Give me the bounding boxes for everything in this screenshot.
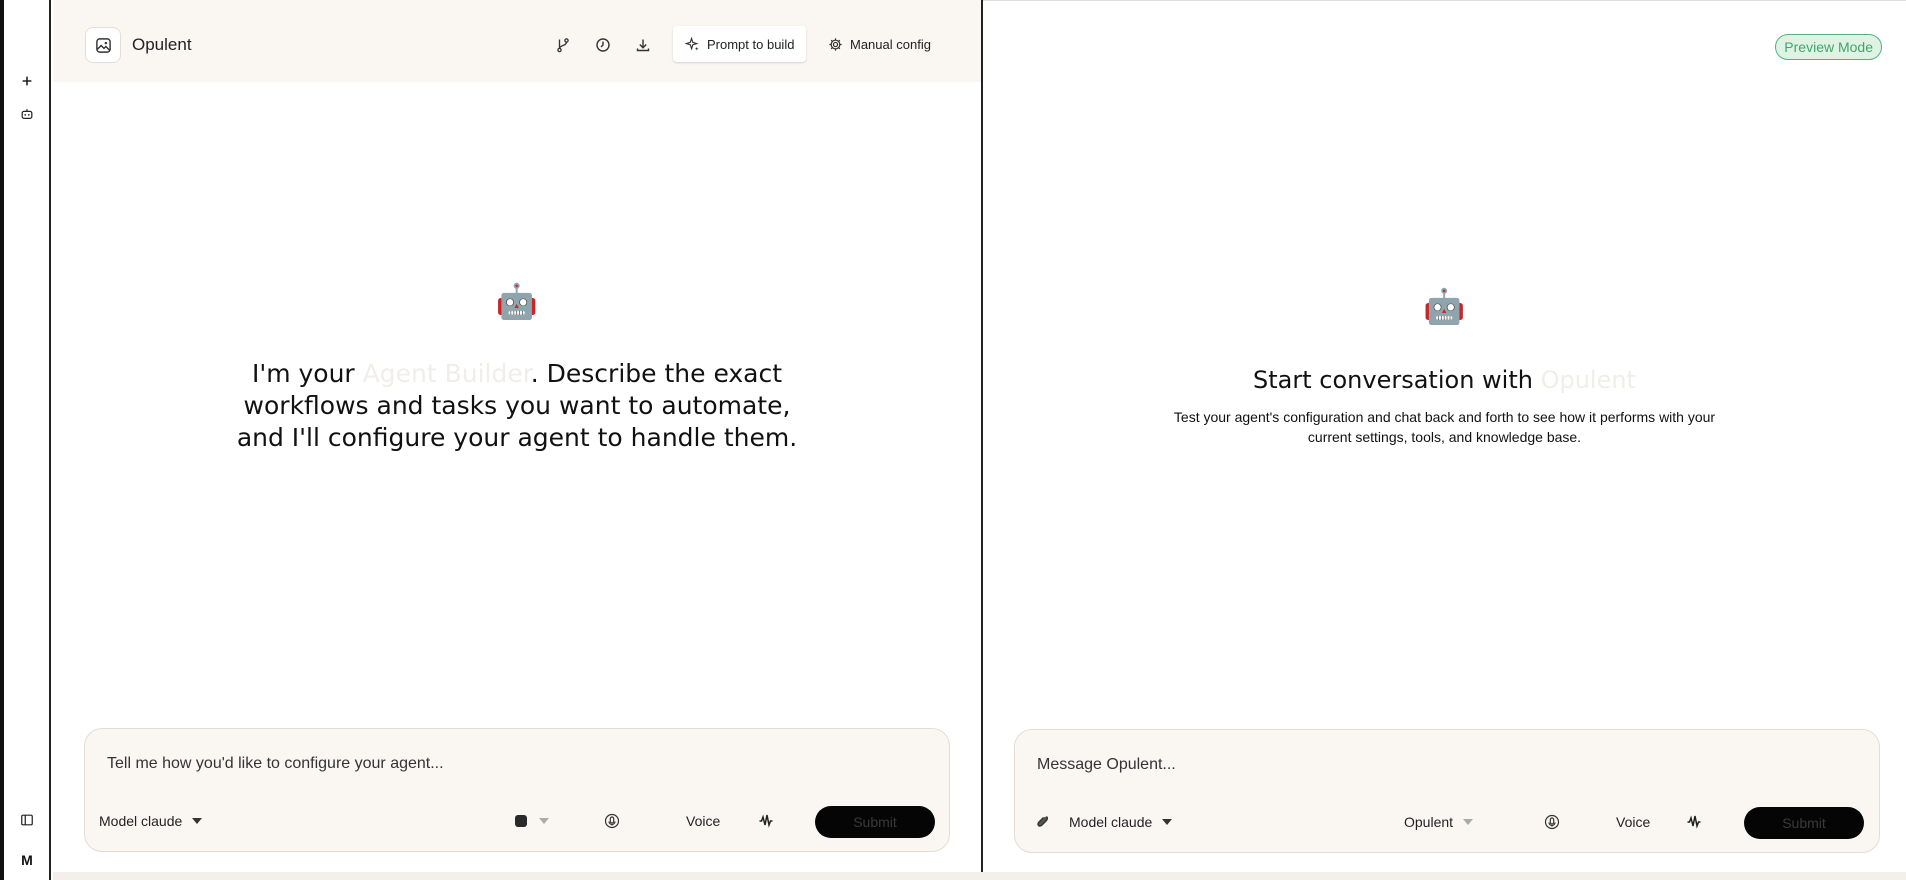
robot-icon[interactable] [16, 103, 38, 125]
chevron-down-icon [192, 818, 203, 824]
intro-highlight: Agent Builder [362, 359, 531, 388]
builder-composer: Model claude Voice Submit [84, 728, 950, 852]
user-avatar[interactable]: M [16, 849, 38, 871]
left-rail: M [4, 0, 51, 880]
model-select[interactable]: Model claude [1069, 810, 1173, 834]
waveform-icon[interactable] [758, 809, 774, 833]
chevron-down-icon [539, 818, 549, 824]
intro-prefix: I'm your [251, 359, 363, 388]
microphone-icon[interactable] [1544, 810, 1560, 834]
preview-composer: Model claude Opulent Voice Submit [1014, 729, 1880, 853]
builder-submit-button[interactable]: Submit [815, 806, 935, 838]
bottom-strip [53, 872, 1906, 880]
tab-manual-config[interactable]: Manual config [816, 26, 943, 62]
voice-button[interactable]: Voice [686, 809, 720, 833]
plus-icon[interactable] [16, 70, 38, 92]
model-select-label: Model claude [99, 813, 183, 829]
waveform-icon[interactable] [1686, 810, 1702, 834]
preview-title-highlight: Opulent [1540, 366, 1636, 394]
intro-line3: and I'll configure your agent to handle … [236, 423, 798, 452]
microphone-icon[interactable] [604, 809, 620, 833]
preview-desc-line1: Test your agent's configuration and chat… [1173, 409, 1716, 425]
preview-submit-button[interactable]: Submit [1744, 807, 1864, 839]
builder-intro-text: I'm your Agent Builder. Describe the exa… [53, 358, 981, 454]
robot-emoji-icon: 🤖 [1423, 288, 1466, 326]
agent-select[interactable]: Opulent [1404, 810, 1474, 834]
preview-description: Test your agent's configuration and chat… [983, 407, 1906, 447]
model-select[interactable]: Model claude [99, 809, 203, 833]
chevron-down-icon [1463, 819, 1474, 825]
agent-name: Opulent [132, 35, 192, 54]
preview-title-prefix: Start conversation with [1253, 366, 1541, 394]
agent-avatar-icon [515, 815, 527, 827]
preview-title: Start conversation with Opulent [983, 365, 1906, 395]
branch-icon[interactable] [552, 34, 574, 56]
app-root: M Opulent Prompt to build Manual config … [0, 0, 1906, 880]
image-icon [95, 37, 111, 53]
gear-icon [829, 37, 842, 51]
agent-avatar-select[interactable] [513, 809, 549, 833]
tab-prompt-to-build-label: Prompt to build [707, 36, 795, 52]
preview-intro: 🤖 [983, 287, 1906, 327]
intro-line2: workflows and tasks you want to automate… [243, 391, 791, 420]
agent-image-button[interactable] [85, 27, 121, 63]
history-clock-icon[interactable] [592, 34, 614, 56]
tab-prompt-to-build[interactable]: Prompt to build [673, 26, 807, 62]
builder-prompt-input[interactable] [107, 755, 927, 773]
preview-panel: Preview Mode 🤖 Start conversation with O… [983, 0, 1906, 880]
download-icon[interactable] [632, 34, 654, 56]
intro-line1-suffix: . Describe the exact [530, 359, 783, 388]
builder-intro: 🤖 [53, 282, 981, 322]
builder-header: Opulent Prompt to build Manual config [53, 0, 981, 82]
preview-mode-badge: Preview Mode [1775, 34, 1882, 60]
voice-button[interactable]: Voice [1616, 810, 1650, 834]
agent-select-label: Opulent [1404, 814, 1454, 830]
sparkle-icon [685, 36, 699, 51]
model-select-label: Model claude [1069, 814, 1153, 830]
agent-builder-panel: Opulent Prompt to build Manual config 🤖 [53, 0, 981, 880]
preview-desc-line2: current settings, tools, and knowledge b… [1307, 429, 1582, 445]
robot-emoji-icon: 🤖 [495, 283, 539, 321]
message-input[interactable] [1037, 756, 1857, 774]
tab-manual-config-label: Manual config [850, 36, 931, 52]
attach-icon[interactable] [1035, 810, 1051, 834]
chevron-down-icon [1162, 819, 1173, 825]
sidebar-toggle-icon[interactable] [16, 809, 38, 831]
